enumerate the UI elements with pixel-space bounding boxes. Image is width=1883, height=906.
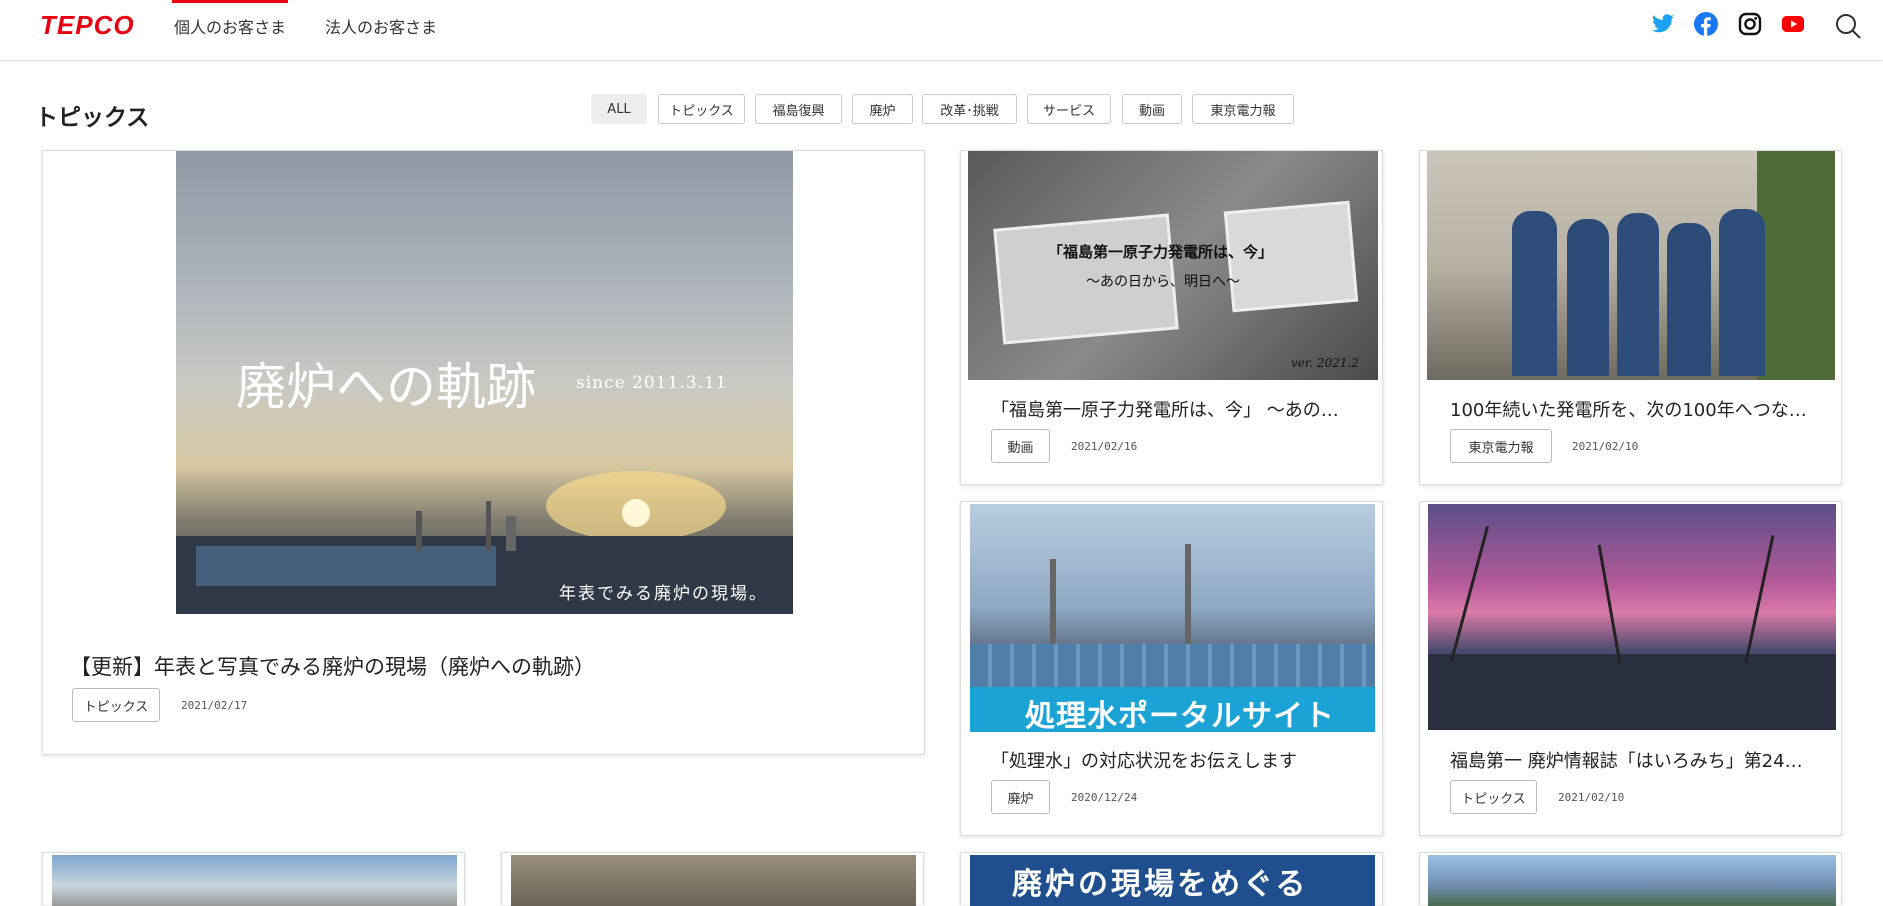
filter-reform[interactable]: 改革･挑戦: [922, 94, 1017, 124]
featured-image-caption: 年表でみる廃炉の現場。: [559, 584, 768, 604]
card-video-tag[interactable]: 動画: [991, 429, 1050, 463]
card-treated-water-title[interactable]: 「処理水」の対応状況をお伝えします: [991, 747, 1361, 773]
card-bottom-1[interactable]: [42, 852, 465, 906]
card-treated-water-image: 処理水ポータルサイト: [970, 504, 1375, 732]
card-power-plant[interactable]: 100年続いた発電所を、次の100年へつな… 東京電力報 2021/02/10: [1419, 150, 1842, 485]
featured-card-date: 2021/02/17: [181, 699, 248, 712]
card-bottom-2-image: [511, 855, 916, 906]
card-power-plant-title[interactable]: 100年続いた発電所を、次の100年へつな…: [1450, 396, 1820, 422]
tepco-logo[interactable]: TEPCO: [40, 10, 135, 41]
card-bottom-3-banner: 廃炉の現場をめぐる: [1012, 867, 1309, 902]
card-bottom-3-image: 廃炉の現場をめぐる: [970, 855, 1375, 906]
card-video-image-line1: 「福島第一原子力発電所は、今」: [1048, 243, 1274, 261]
featured-card-image: 廃炉への軌跡 since 2011.3.11 年表でみる廃炉の現場。: [176, 151, 793, 614]
search-icon[interactable]: [1834, 12, 1862, 40]
card-video[interactable]: 「福島第一原子力発電所は、今」 ～あの日から、明日へ～ ver. 2021.2 …: [960, 150, 1383, 485]
facebook-icon[interactable]: [1694, 12, 1718, 36]
card-bottom-4-image: [1428, 855, 1836, 906]
card-video-image: 「福島第一原子力発電所は、今」 ～あの日から、明日へ～ ver. 2021.2: [968, 151, 1378, 380]
card-power-plant-image: [1427, 151, 1835, 380]
card-video-title[interactable]: 「福島第一原子力発電所は、今」 ～あの…: [991, 396, 1361, 422]
card-hairomichi-image: [1428, 504, 1836, 730]
card-hairomichi-tag[interactable]: トピックス: [1450, 780, 1537, 814]
card-hairomichi[interactable]: 福島第一 廃炉情報誌「はいろみち」第24… トピックス 2021/02/10: [1419, 501, 1842, 836]
filter-video[interactable]: 動画: [1122, 94, 1182, 124]
card-bottom-4[interactable]: [1419, 852, 1842, 906]
nav-corporate[interactable]: 法人のお客さま: [325, 14, 437, 38]
filter-topics[interactable]: トピックス: [658, 94, 745, 124]
card-video-image-line2: ～あの日から、明日へ～: [1086, 274, 1240, 290]
filter-tepco-news[interactable]: 東京電力報: [1192, 94, 1294, 124]
page-title: トピックス: [35, 105, 150, 131]
card-bottom-1-image: [52, 855, 457, 906]
card-video-image-version: ver. 2021.2: [1291, 356, 1359, 370]
card-bottom-2[interactable]: [501, 852, 924, 906]
card-power-plant-tag[interactable]: 東京電力報: [1450, 429, 1552, 463]
card-power-plant-date: 2021/02/10: [1572, 440, 1639, 453]
featured-card-tag[interactable]: トピックス: [72, 688, 160, 722]
card-treated-water-banner: 処理水ポータルサイト: [1025, 699, 1335, 732]
filter-fukushima[interactable]: 福島復興: [755, 94, 842, 124]
featured-image-since: since 2011.3.11: [576, 373, 728, 393]
card-treated-water-tag[interactable]: 廃炉: [991, 780, 1050, 814]
card-hairomichi-title[interactable]: 福島第一 廃炉情報誌「はいろみち」第24…: [1450, 747, 1820, 773]
card-video-date: 2021/02/16: [1071, 440, 1138, 453]
twitter-icon[interactable]: [1651, 12, 1675, 36]
card-treated-water-date: 2020/12/24: [1071, 791, 1138, 804]
site-header: TEPCO 個人のお客さま 法人のお客さま: [0, 0, 1883, 61]
card-bottom-3[interactable]: 廃炉の現場をめぐる: [960, 852, 1383, 906]
nav-individual[interactable]: 個人のお客さま: [171, 0, 289, 38]
instagram-icon[interactable]: [1738, 12, 1762, 36]
featured-card[interactable]: 廃炉への軌跡 since 2011.3.11 年表でみる廃炉の現場。 【更新】年…: [42, 150, 925, 755]
filter-all[interactable]: ALL: [591, 94, 647, 124]
youtube-icon[interactable]: [1781, 12, 1805, 36]
card-hairomichi-date: 2021/02/10: [1558, 791, 1625, 804]
filter-decommission[interactable]: 廃炉: [852, 94, 913, 124]
filter-service[interactable]: サービス: [1027, 94, 1111, 124]
featured-image-title: 廃炉への軌跡: [236, 358, 536, 416]
card-treated-water[interactable]: 処理水ポータルサイト 「処理水」の対応状況をお伝えします 廃炉 2020/12/…: [960, 501, 1383, 836]
featured-card-title[interactable]: 【更新】年表と写真でみる廃炉の現場（廃炉への軌跡）: [70, 651, 900, 681]
